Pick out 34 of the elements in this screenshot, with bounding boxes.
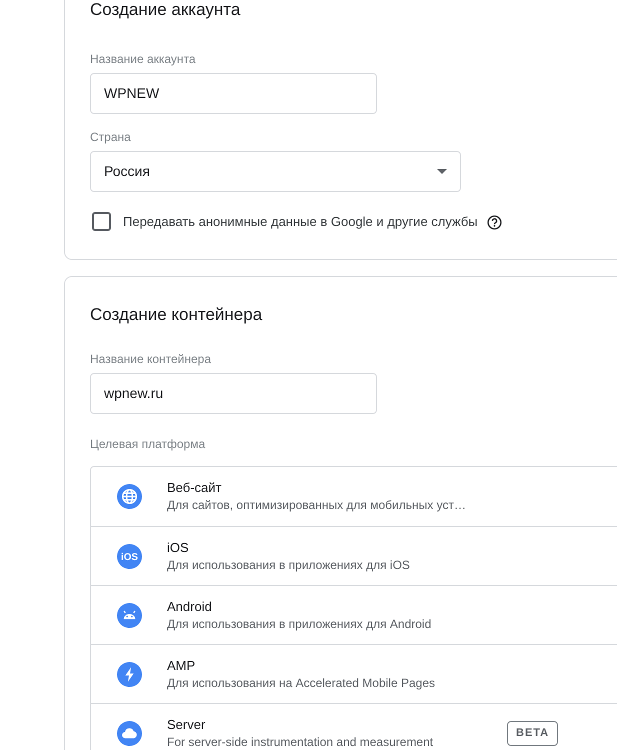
platform-option[interactable]: Android Для использования в приложениях для Android (91, 585, 617, 644)
platform-option[interactable]: iOS iOS Для использования в приложениях для iOS (91, 526, 617, 585)
phone-icon: iOS (117, 544, 142, 568)
field-label: Название контейнера (90, 351, 212, 367)
cloud-icon (117, 720, 142, 746)
platform-description: Для использования в приложениях для iOS (167, 556, 410, 574)
platform-description: Для использования в приложениях для Android (167, 616, 432, 632)
platform-title: Android (167, 598, 212, 616)
platform-title: Веб-сайт (167, 479, 222, 497)
caret-icon (437, 169, 447, 174)
checkbox-label: Передавать анонимные данные в Google и другие службы (123, 213, 478, 231)
field-label: Целевая платформа (90, 436, 206, 452)
beta-badge: BETA (507, 721, 558, 746)
platform-option[interactable]: Server For server-side instrumentation and measurement BETA (91, 703, 617, 750)
checkbox[interactable] (92, 212, 111, 232)
section-title: Создание аккаунта (90, 0, 240, 21)
robot-icon (117, 602, 142, 628)
platform-title: iOS (167, 538, 189, 556)
platform-description: Для сайтов, оптимизированных для мобильных уст… (167, 497, 466, 514)
help-icon[interactable] (486, 215, 502, 230)
input-field[interactable]: wpnew.ru (90, 373, 377, 414)
field-label: Страна (90, 129, 131, 145)
platform-option[interactable]: Веб-сайт Для сайтов, оптимизированных для мобильных уст… (91, 467, 617, 526)
input-field[interactable]: WPNEW (90, 73, 377, 114)
section-title: Создание контейнера (90, 304, 262, 326)
globe-icon (117, 484, 142, 509)
platform-title: Server (167, 716, 206, 734)
country-dropdown[interactable]: Россия (90, 151, 461, 192)
platform-title: AMP (167, 656, 196, 674)
platform-description: For server-side instrumentation and measurement (167, 734, 434, 750)
field-label: Название аккаунта (90, 51, 196, 67)
platform-option[interactable]: AMP Для использования на Accelerated Mobile Pages (91, 644, 617, 703)
lightning-icon (117, 662, 142, 686)
platform-description: Для использования на Accelerated Mobile Pages (167, 674, 435, 692)
